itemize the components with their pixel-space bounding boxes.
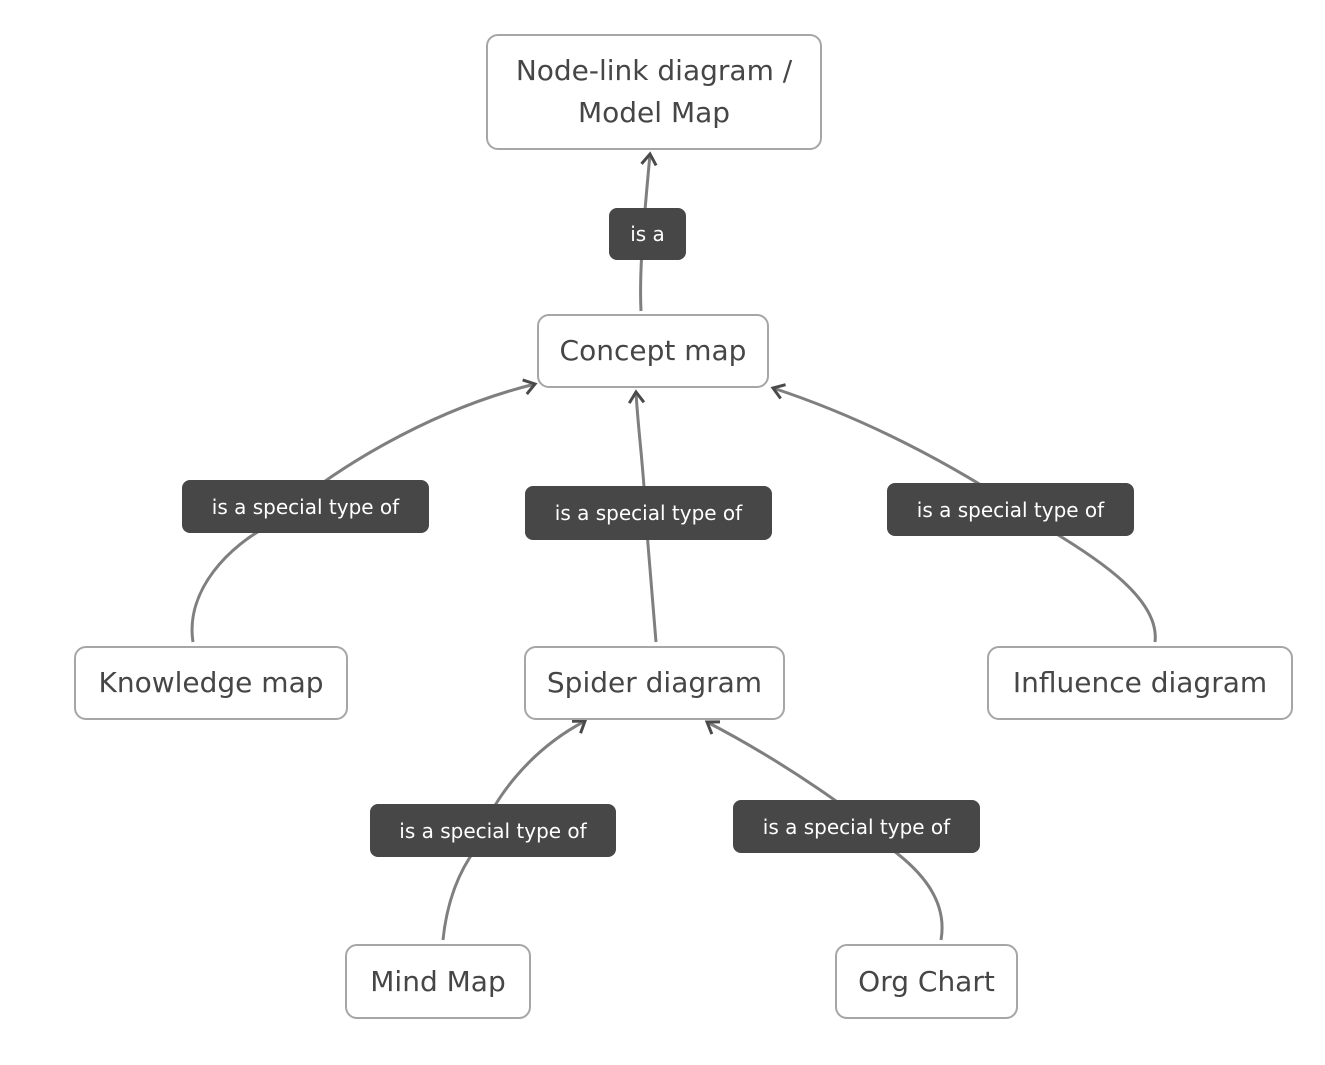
node-node-link-diagram[interactable]: Node-link diagram / Model Map [486, 34, 822, 150]
node-knowledge-map[interactable]: Knowledge map [74, 646, 348, 720]
node-org-chart[interactable]: Org Chart [835, 944, 1018, 1019]
edge-label-spider-diagram[interactable]: is a special type of [525, 486, 772, 540]
node-influence-diagram[interactable]: Influence diagram [987, 646, 1293, 720]
edge-label-knowledge-map[interactable]: is a special type of [182, 480, 429, 533]
concept-map-canvas: Node-link diagram / Model Map Concept ma… [0, 0, 1325, 1065]
edge-label-is-a[interactable]: is a [609, 208, 686, 260]
edge-label-org-chart[interactable]: is a special type of [733, 800, 980, 853]
edge-label-mind-map[interactable]: is a special type of [370, 804, 616, 857]
node-spider-diagram[interactable]: Spider diagram [524, 646, 785, 720]
node-mind-map[interactable]: Mind Map [345, 944, 531, 1019]
edge-label-influence-diagram[interactable]: is a special type of [887, 483, 1134, 536]
node-concept-map[interactable]: Concept map [537, 314, 769, 388]
